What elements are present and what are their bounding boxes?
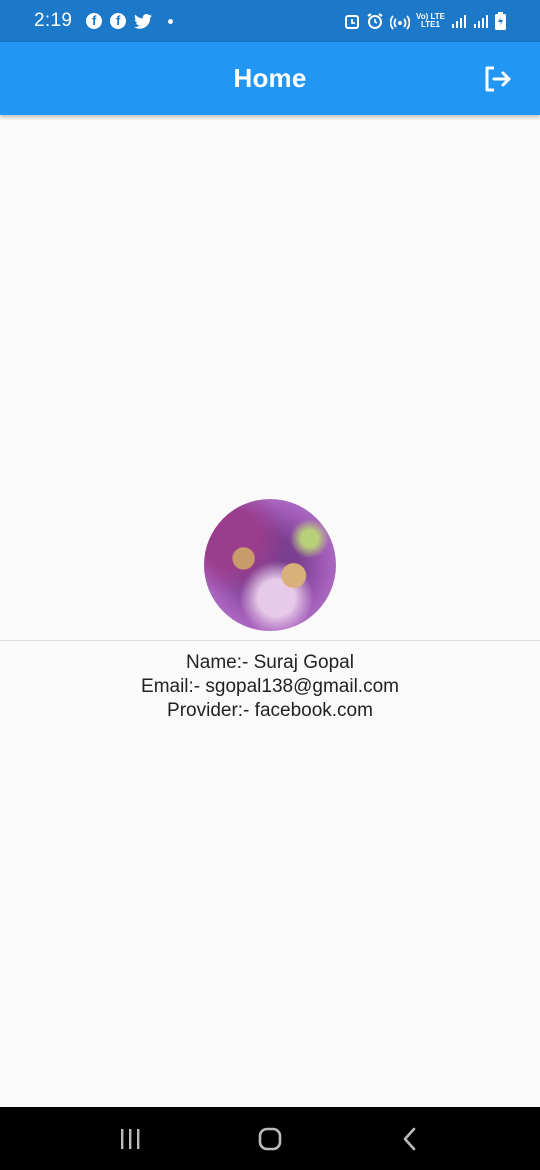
network-label-bottom: LTE1 (421, 20, 440, 29)
profile-info: Name:- Suraj Gopal Email:- sgopal138@gma… (0, 651, 540, 723)
network-type-label: Vo) LTE LTE1 (416, 13, 445, 29)
home-nav-button[interactable] (250, 1119, 290, 1159)
twitter-icon (134, 13, 153, 29)
alarm-clock-icon (366, 12, 384, 30)
notification-dot (168, 18, 174, 24)
divider (0, 640, 540, 641)
battery-charging-icon (495, 12, 506, 30)
recents-icon (121, 1128, 140, 1149)
avatar (204, 499, 336, 631)
home-screen: 2:19 f f Vo) LTE LTE1 Home Name:- Suraj … (0, 0, 540, 1170)
profile-email: Email:- sgopal138@gmail.com (141, 676, 399, 697)
signal-icon (473, 13, 489, 29)
status-bar: 2:19 f f Vo) LTE LTE1 (0, 0, 540, 42)
back-button[interactable] (390, 1119, 430, 1159)
logout-icon (485, 66, 511, 92)
profile-provider: Provider:- facebook.com (167, 700, 373, 721)
logout-button[interactable] (480, 62, 514, 96)
profile-name: Name:- Suraj Gopal (186, 652, 354, 673)
home-icon (258, 1127, 282, 1150)
page-title: Home (233, 63, 307, 93)
back-icon (403, 1127, 416, 1150)
app-bar: Home (0, 42, 540, 115)
status-time: 2:19 (34, 10, 73, 31)
alarm-icon (344, 13, 360, 29)
facebook-icon: f (86, 13, 103, 29)
signal-icon (451, 13, 467, 29)
status-right: Vo) LTE LTE1 (344, 12, 506, 30)
status-left: 2:19 f f (34, 10, 174, 32)
system-nav-bar (0, 1107, 540, 1170)
hotspot-icon (389, 12, 410, 30)
facebook-icon: f (110, 13, 127, 29)
recents-button[interactable] (110, 1119, 150, 1159)
